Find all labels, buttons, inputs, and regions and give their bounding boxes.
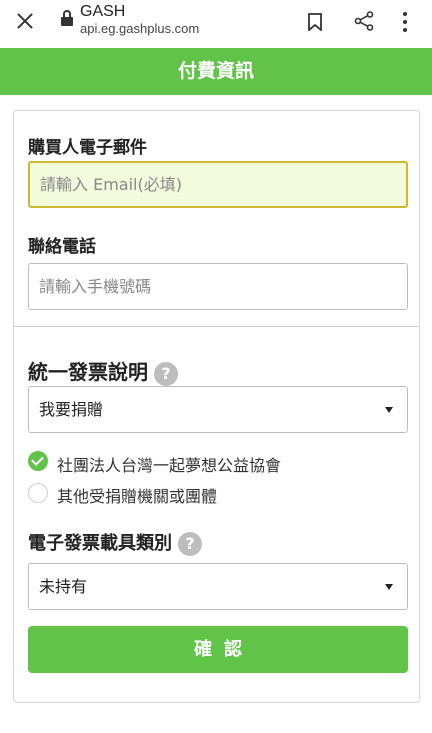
email-field[interactable] (28, 161, 408, 208)
confirm-button[interactable]: 確認 (28, 626, 408, 673)
lock-icon (60, 10, 74, 26)
help-icon[interactable]: ? (154, 361, 178, 386)
donation-option-label-2[interactable]: 其他受捐贈機關或團體 (57, 483, 217, 507)
email-label: 購買人電子郵件 (28, 138, 147, 158)
carrier-type-select[interactable]: 未持有 (28, 563, 408, 610)
invoice-section-title: 統一發票說明? (28, 356, 178, 386)
invoice-type-value: 我要捐贈 (39, 400, 104, 419)
donation-option-label-1[interactable]: 社團法人台灣一起夢想公益協會 (57, 452, 281, 476)
invoice-type-select[interactable]: 我要捐贈 (28, 386, 408, 433)
invoice-label: 統一發票說明 (28, 360, 148, 384)
phone-field[interactable] (28, 263, 408, 310)
carrier-type-value: 未持有 (39, 577, 88, 596)
page-title: 付費資訊 (177, 60, 254, 82)
bookmark-icon[interactable] (308, 13, 322, 31)
page-header: 付費資訊 (0, 48, 432, 95)
share-icon[interactable] (354, 11, 374, 31)
donation-radio-1[interactable] (28, 451, 48, 471)
carrier-label: 電子發票載具類別 (28, 533, 172, 554)
payment-form-card: 購買人電子郵件 聯絡電話 統一發票說明? 我要捐贈 社團法人台灣一起夢想公益協會… (13, 110, 420, 703)
site-url[interactable]: api.eg.gashplus.com (80, 21, 199, 37)
dropdown-arrow-icon (385, 407, 393, 413)
phone-label: 聯絡電話 (28, 237, 96, 257)
browser-toolbar: GASH api.eg.gashplus.com (0, 0, 432, 46)
close-icon[interactable] (14, 10, 36, 32)
dropdown-arrow-icon (385, 584, 393, 590)
help-icon[interactable]: ? (178, 532, 202, 556)
carrier-section-title: 電子發票載具類別? (28, 529, 202, 556)
site-title: GASH (80, 3, 126, 20)
donation-radio-2[interactable] (28, 483, 48, 503)
section-divider (14, 326, 419, 327)
more-options-icon[interactable] (402, 12, 408, 32)
